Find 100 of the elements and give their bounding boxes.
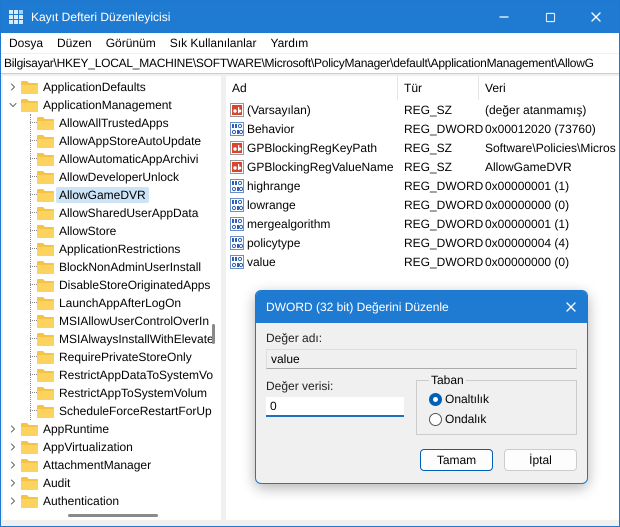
table-cell-text: 0x00000001 (1) [484, 178, 570, 194]
folder-icon [21, 476, 38, 490]
tree-item[interactable]: AllowStore [56, 223, 120, 239]
table-cell-text: 0x00000004 (4) [484, 234, 570, 252]
folder-icon [21, 440, 38, 454]
value-name: policytype [247, 236, 300, 250]
string-value-icon [230, 102, 244, 116]
radio-label[interactable]: Ondalık [445, 412, 486, 426]
table-cell-text: 0x00012020 (73760) [484, 120, 597, 138]
tree-item[interactable]: AllowAppStoreAutoUpdate [56, 133, 204, 149]
tree-item[interactable]: MSIAllowUserControlOverIn [56, 313, 212, 329]
folder-icon [37, 332, 54, 346]
tree-item[interactable]: ScheduleForceRestartForUp [56, 403, 215, 419]
tree-item[interactable]: RequirePrivateStoreOnly [56, 349, 195, 365]
table-cell-text: REG_SZ [403, 158, 454, 176]
tree-item[interactable]: Authentication [40, 493, 122, 509]
folder-icon [21, 458, 38, 472]
tree-item[interactable]: MSIAlwaysInstallWithElevate [56, 331, 217, 347]
tree-item[interactable]: AllowAllTrustedApps [56, 115, 172, 131]
tree-item[interactable]: BlockNonAdminUserInstall [56, 259, 204, 275]
table-cell-text: 0x00000001 (1) [484, 216, 570, 232]
folder-icon [37, 206, 54, 220]
folder-icon [37, 134, 54, 148]
folder-icon [37, 386, 54, 400]
binary-value-icon [230, 236, 244, 250]
binary-value-icon [230, 178, 244, 192]
menu-item[interactable]: Görünüm [102, 36, 160, 50]
value-name: value [247, 254, 276, 268]
tree-item[interactable]: AttachmentManager [40, 457, 154, 473]
scrollbar-thumb[interactable] [68, 514, 158, 517]
folder-icon [37, 314, 54, 328]
table-cell-text: 0x00000000 (0) [484, 196, 570, 214]
value-name: lowrange [247, 198, 296, 212]
tree-item[interactable]: AppRuntime [40, 421, 112, 437]
dialog-title: DWORD (32 bit) Değerini Düzenle [266, 300, 449, 314]
data-input-field[interactable]: 0 [266, 397, 404, 417]
radio-button[interactable] [429, 412, 442, 426]
value-name: highrange [247, 178, 300, 192]
tree-item[interactable]: ApplicationManagement [40, 97, 175, 113]
table-cell-text: REG_SZ [403, 140, 454, 156]
table-cell-text: (değer atanmamış) [484, 102, 588, 118]
menu-item[interactable]: Düzen [53, 36, 96, 50]
tree-item[interactable]: AllowGameDVR [56, 187, 149, 203]
folder-icon [37, 350, 54, 364]
menu-item[interactable]: Dosya [5, 36, 48, 50]
column-header[interactable]: Tür [398, 76, 479, 100]
table-cell-text: 0x00000000 (0) [484, 254, 570, 270]
binary-value-icon [230, 198, 244, 212]
dialog-button[interactable]: İptal [504, 449, 577, 471]
folder-icon [37, 224, 54, 238]
tree-item[interactable]: RestrictAppDataToSystemVo [56, 367, 216, 383]
string-value-icon [230, 140, 244, 154]
value-name: GPBlockingRegKeyPath [247, 140, 378, 154]
table-cell-text: AllowGameDVR [484, 158, 573, 176]
scrollbar-thumb[interactable] [212, 324, 215, 344]
folder-icon [37, 242, 54, 256]
value-name: mergealgorithm [247, 216, 330, 230]
tree-item[interactable]: DisableStoreOriginatedApps [56, 277, 214, 293]
radio-label[interactable]: Onaltılık [445, 392, 490, 406]
tree-item[interactable]: Audit [40, 475, 74, 491]
tree-item[interactable]: AllowSharedUserAppData [56, 205, 202, 221]
folder-icon [37, 260, 54, 274]
binary-value-icon [230, 122, 244, 136]
value-name: Behavior [247, 122, 294, 136]
folder-icon [37, 116, 54, 130]
tree-item[interactable]: AllowAutomaticAppArchivi [56, 151, 202, 167]
folder-icon [37, 404, 54, 418]
folder-icon [37, 188, 54, 202]
binary-value-icon [230, 254, 244, 268]
folder-icon [21, 80, 38, 94]
tree-item[interactable]: RestrictAppToSystemVolum [56, 385, 210, 401]
field-label: Değer adı: [266, 331, 324, 345]
app-icon [9, 10, 23, 24]
binary-value-icon [230, 216, 244, 230]
folder-icon [37, 152, 54, 166]
table-cell-text: REG_SZ [403, 102, 454, 118]
column-header[interactable]: Ad [226, 76, 398, 100]
maximize-icon[interactable] [544, 12, 556, 22]
group-label: Taban [430, 373, 465, 387]
folder-icon [21, 422, 38, 436]
menu-item[interactable]: Yardım [266, 36, 312, 50]
folder-icon [37, 368, 54, 382]
folder-icon [37, 296, 54, 310]
field-label: Değer verisi: [266, 379, 334, 393]
tree-item[interactable]: AllowDeveloperUnlock [56, 169, 182, 185]
dialog-button[interactable]: Tamam [420, 449, 493, 471]
column-header[interactable]: Veri [479, 76, 619, 100]
tree-item[interactable]: AppVirtualization [40, 439, 136, 455]
folder-icon [21, 494, 38, 508]
tree-item[interactable]: ApplicationRestrictions [56, 241, 184, 257]
value-name: GPBlockingRegValueName [247, 160, 394, 174]
folder-icon [21, 98, 38, 112]
folder-icon [37, 170, 54, 184]
string-value-icon [230, 160, 244, 174]
tree-item[interactable]: ApplicationDefaults [40, 79, 149, 95]
tree-item[interactable]: LaunchAppAfterLogOn [56, 295, 184, 311]
menu-item[interactable]: Sık Kullanılanlar [166, 36, 260, 50]
window-title: Kayıt Defteri Düzenleyicisi [31, 10, 172, 24]
address-bar[interactable]: Bilgisayar\HKEY_LOCAL_MACHINE\SOFTWARE\Microsoft\PolicyManager\default\ApplicationManagement\AllowG [1, 54, 619, 74]
radio-button[interactable] [429, 392, 442, 406]
